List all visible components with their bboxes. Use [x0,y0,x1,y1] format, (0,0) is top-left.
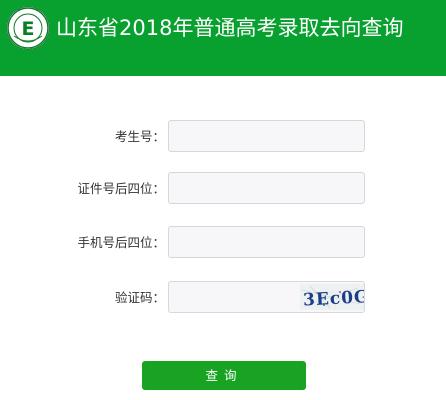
svg-text:E: E [22,18,35,40]
captcha-text: 3Ec0G [303,287,364,310]
form-row-id-last4: 证件号后四位： [0,172,446,206]
exam-authority-seal-icon: E [6,6,50,50]
page-header: E 山东省2018年普通高考录取去向查询 [0,0,446,76]
form-row-captcha: 验证码： 3Ec0G [0,281,446,315]
page-title: 山东省2018年普通高考录取去向查询 [56,16,404,40]
phone-last4-label: 手机号后四位： [77,235,165,250]
exam-number-input[interactable] [168,120,365,152]
captcha-label: 验证码： [114,290,165,305]
exam-number-label: 考生号： [114,129,165,144]
phone-last4-input[interactable] [168,226,365,258]
query-button[interactable]: 查询 [142,361,306,390]
id-last4-label: 证件号后四位： [77,181,165,196]
id-last4-input[interactable] [168,172,365,204]
captcha-image[interactable]: 3Ec0G [300,284,364,310]
form-row-exam-number: 考生号： [0,120,446,154]
form-row-phone-last4: 手机号后四位： [0,226,446,260]
